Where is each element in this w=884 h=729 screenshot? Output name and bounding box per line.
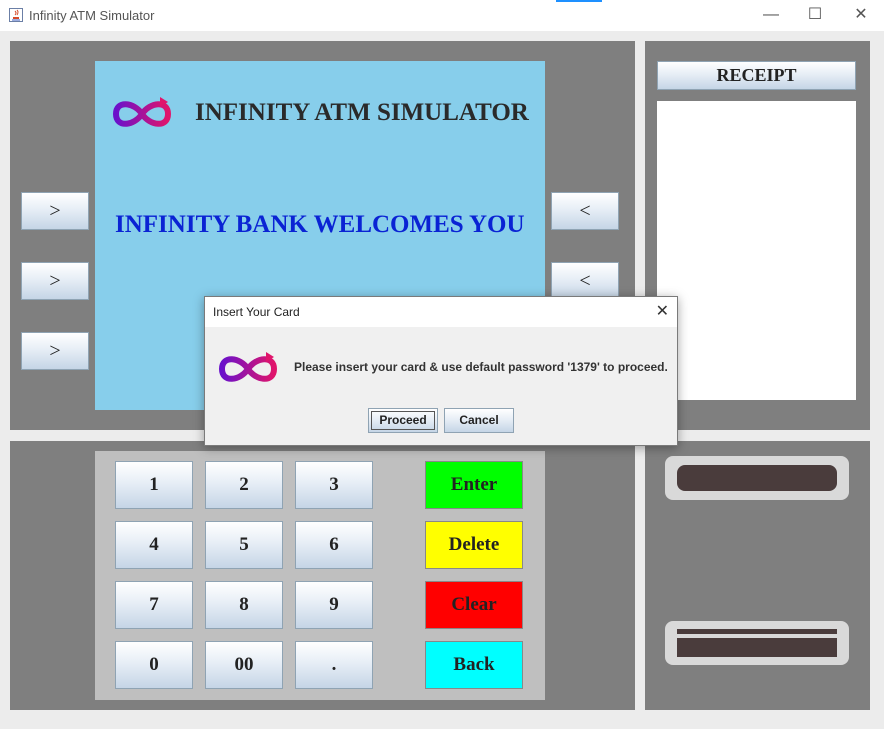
- receipt-paper: [657, 101, 856, 400]
- key-8[interactable]: 8: [205, 581, 283, 629]
- infinity-logo-icon: [112, 97, 172, 127]
- window-titlebar: Infinity ATM Simulator — ☐ ✕: [0, 0, 884, 32]
- java-app-icon: [9, 8, 23, 22]
- key-5[interactable]: 5: [205, 521, 283, 569]
- key-0[interactable]: 0: [115, 641, 193, 689]
- infinity-logo-icon: [218, 352, 278, 382]
- delete-button[interactable]: Delete: [425, 521, 523, 569]
- key-7[interactable]: 7: [115, 581, 193, 629]
- right-side-button-2[interactable]: <: [551, 262, 619, 300]
- enter-button[interactable]: Enter: [425, 461, 523, 509]
- dialog-message: Please insert your card & use default pa…: [294, 360, 668, 374]
- key-dot[interactable]: .: [295, 641, 373, 689]
- left-side-button-1[interactable]: >: [21, 192, 89, 230]
- dialog-titlebar: Insert Your Card ✕: [205, 297, 677, 327]
- welcome-message: INFINITY BANK WELCOMES YOU: [115, 211, 525, 238]
- left-side-button-2[interactable]: >: [21, 262, 89, 300]
- card-slot[interactable]: [677, 465, 837, 491]
- key-4[interactable]: 4: [115, 521, 193, 569]
- right-side-button-1[interactable]: <: [551, 192, 619, 230]
- key-9[interactable]: 9: [295, 581, 373, 629]
- key-00[interactable]: 00: [205, 641, 283, 689]
- proceed-button[interactable]: Proceed: [368, 408, 438, 433]
- keypad: 1 2 3 4 5 6 7 8 9 0 00 . Enter Delete Cl…: [95, 451, 545, 700]
- clear-button[interactable]: Clear: [425, 581, 523, 629]
- insert-card-dialog: Insert Your Card ✕ Please insert your ca…: [204, 296, 678, 446]
- titlebar-accent: [556, 0, 602, 2]
- back-button[interactable]: Back: [425, 641, 523, 689]
- key-1[interactable]: 1: [115, 461, 193, 509]
- dialog-close-button[interactable]: ✕: [656, 301, 669, 321]
- left-side-button-3[interactable]: >: [21, 332, 89, 370]
- key-3[interactable]: 3: [295, 461, 373, 509]
- cancel-button[interactable]: Cancel: [444, 408, 514, 433]
- close-window-button[interactable]: ✕: [838, 4, 884, 28]
- screen-title: INFINITY ATM SIMULATOR: [195, 99, 529, 126]
- key-6[interactable]: 6: [295, 521, 373, 569]
- receipt-title: RECEIPT: [657, 61, 856, 90]
- window-title: Infinity ATM Simulator: [29, 8, 155, 23]
- cash-slot-line: [677, 634, 837, 638]
- dialog-title: Insert Your Card: [213, 305, 300, 319]
- minimize-button[interactable]: —: [748, 4, 794, 28]
- maximize-button[interactable]: ☐: [792, 4, 838, 28]
- key-2[interactable]: 2: [205, 461, 283, 509]
